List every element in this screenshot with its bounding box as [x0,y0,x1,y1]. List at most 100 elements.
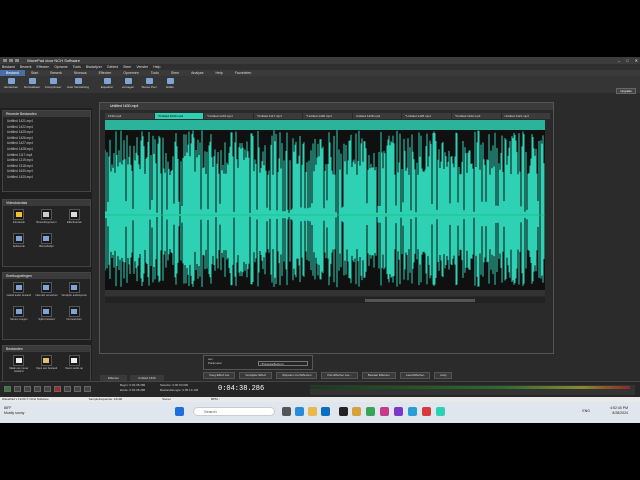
tool-split-file[interactable]: Splits bestand [34,306,60,328]
language-indicator[interactable]: ENG [582,409,590,413]
wavepad-icon[interactable] [436,407,445,416]
stereo-pan-button[interactable]: Stereo Pan [140,76,158,91]
tool-effect-tutorial[interactable]: Effecttutorial [61,209,87,231]
menu-tools[interactable]: Tools [73,65,81,69]
fade-button[interactable]: vervagen [119,76,137,91]
tool-intro[interactable]: Introductie [6,209,32,231]
undo-icon[interactable] [9,59,13,62]
list-item[interactable]: Untitled 1420.mp4 [7,175,86,181]
tool-record-audio[interactable]: Neem audio op [61,355,87,377]
menu-bookmark[interactable]: Bladwijzer [86,65,102,69]
close-button[interactable]: ✕ [635,58,638,63]
tool-edit-now[interactable]: Nu bewerken [61,306,87,328]
menu-effects[interactable]: Effecten [37,65,50,69]
horizontal-scrollbar[interactable] [365,299,475,302]
redo-icon[interactable] [15,59,19,62]
minimize-button[interactable]: – [618,58,620,63]
menu-help[interactable]: Help [153,65,160,69]
tool-merge[interactable]: Samen voegen [6,306,32,328]
file-tab[interactable]: *Untitled 1219.mp4 [204,113,253,119]
tool-save-audio[interactable]: Geluid audio bestand [6,282,32,304]
file-tab[interactable]: 1330.mp4 [105,113,154,119]
equalizer-button[interactable]: Equalizer [98,76,116,91]
tool-intervals[interactable]: Intervals verwerken [34,282,60,304]
menu-voice[interactable]: Stem [123,65,131,69]
edit-button[interactable]: Editie [161,76,179,91]
file-tab[interactable]: *Untitled 1117.mp4 [253,113,303,119]
task-view-icon[interactable] [282,407,291,416]
amplify-button[interactable]: Versterken [2,76,20,91]
load-effects-button[interactable]: Laad Effecten [399,372,431,379]
compress-button[interactable]: Comprimeer [44,76,62,91]
play-with-effects-button[interactable]: Afspelen met Effecten [276,372,318,379]
record-button[interactable] [54,386,61,392]
tool-remove-tracks[interactable]: Verwijder audiosporen [61,282,87,304]
menu-region[interactable]: Gebied [107,65,118,69]
tool-edit-menu[interactable]: Bewerkingsmenu [34,209,60,231]
menu-window[interactable]: Venster [136,65,148,69]
clock[interactable]: 4:52:40 PM 8/28/2024 [610,406,628,415]
maximize-button[interactable]: □ [626,58,628,63]
end-time: 0:04:38.286 [129,387,146,392]
selection-info: Selectie: 0:00:00.000 Bestandslengte: 0:… [160,383,199,392]
time-ruler[interactable] [105,297,545,303]
save-effects-button[interactable]: Bewaar Effecten [361,372,396,379]
app-icon[interactable] [422,407,431,416]
new-file-icon [15,358,22,363]
remove-effect-button[interactable]: Verwijder Effect [239,372,273,379]
tool-new-file[interactable]: Maak een nieuw bestand [6,355,32,377]
menu-record[interactable]: Opname [54,65,67,69]
file-explorer-icon[interactable] [308,407,317,416]
stop-button[interactable] [14,386,21,392]
tool-open-file[interactable]: Open een bestand [34,355,60,377]
start-end-info: Begin: 0:04:38.286 Einde: 0:04:38.286 [120,383,146,392]
record-icon [71,358,78,363]
skip-start-button[interactable] [34,386,41,392]
menu-edit[interactable]: Bewerk [20,65,32,69]
rewind-button[interactable] [44,386,51,392]
auto-gain-button[interactable]: Auto Versterking [65,76,91,91]
file-tab[interactable]: Untitled 1421.mp4 [501,113,551,119]
loop-button[interactable] [84,386,91,392]
forward-button[interactable] [64,386,71,392]
file-tab[interactable]: Untitled 1428.mp4 [352,113,402,119]
auto-gain-icon [74,78,82,84]
normalize-button[interactable]: Normaliseer [23,76,41,91]
tool-split[interactable]: Splitsende [6,233,32,255]
add-effect-button[interactable]: Voeg Effect toe [203,372,236,379]
preset-select[interactable]: <Presetseffecten> [258,361,308,366]
file-tab[interactable]: *Untitled 1422.mp4 [451,113,501,119]
windows-start-icon[interactable] [175,407,184,416]
waveform-display[interactable] [105,120,545,290]
app-icon[interactable] [380,407,389,416]
edge-icon[interactable] [295,407,304,416]
save-icon[interactable] [3,59,7,62]
upgrade-button[interactable]: Upgrade [616,88,636,94]
file-tab[interactable]: *Untitled 1425.mp4 [402,113,451,119]
file-tab[interactable]: *Untitled 1426.mp4 [303,113,352,119]
app-icon[interactable] [394,407,403,416]
store-icon[interactable] [321,407,330,416]
effects-help-button[interactable]: Help [434,372,453,379]
app-icon[interactable] [408,407,417,416]
file-tabs: 1330.mp4 *Untitled 1630.mp4 *Untitled 12… [105,113,551,119]
pause-button[interactable] [24,386,31,392]
app-icon[interactable] [339,407,348,416]
save-audio-icon [15,285,22,290]
clapper-icon [71,212,78,217]
file-tab-active[interactable]: *Untitled 1630.mp4 [154,113,204,119]
play-button[interactable] [4,386,11,392]
skip-end-button[interactable] [74,386,81,392]
level-meter [310,385,635,395]
stereo-pan-icon [145,78,153,84]
folder-icon[interactable] [352,407,361,416]
chrome-icon[interactable] [366,407,375,416]
tool-needs[interactable]: Behoeftelijst [34,233,60,255]
menu-file[interactable]: Bestand [2,65,15,69]
apply-effects-button[interactable]: Pas Effecten toe... [321,372,358,379]
compress-icon [49,78,57,84]
weather-widget[interactable]: 88°F Mostly sunny [4,406,24,415]
overview-strip [105,120,545,130]
taskbar-search[interactable]: Search [193,407,275,416]
effects-buttons: Voeg Effect toe Verwijder Effect Afspele… [203,372,523,380]
